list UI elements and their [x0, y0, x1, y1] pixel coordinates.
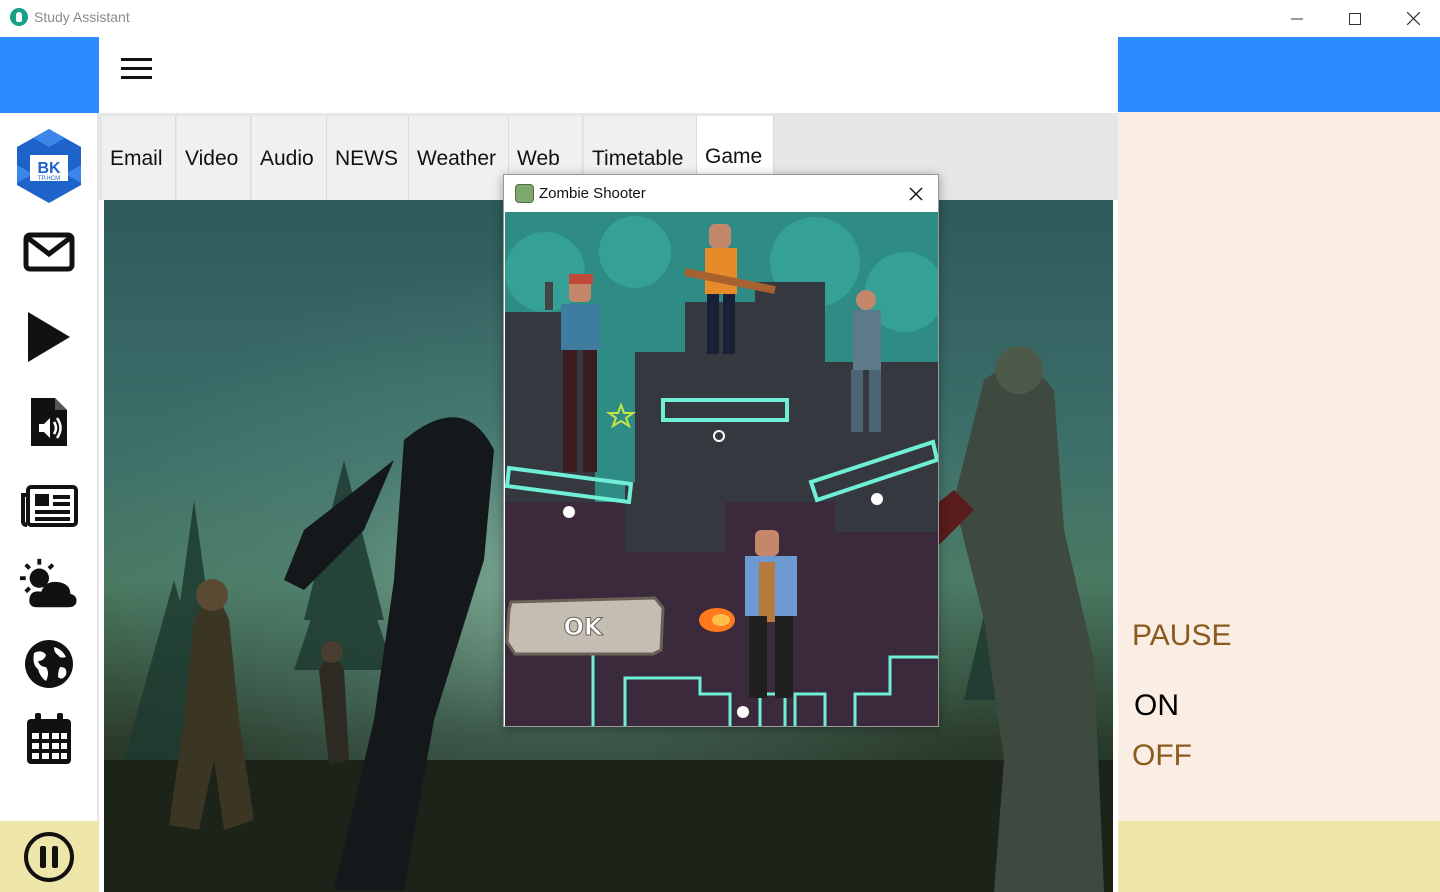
minimize-button[interactable] [1268, 0, 1326, 37]
calendar-icon [27, 713, 71, 764]
bk-logo: BK TP.HCM [10, 127, 88, 205]
newspaper-icon [21, 485, 78, 527]
dialog-titlebar: Zombie Shooter [504, 175, 938, 212]
tab-email[interactable]: Email [102, 116, 176, 200]
right-bottom-bar [1118, 821, 1440, 892]
bk-logo-icon: BK TP.HCM [17, 129, 81, 203]
ok-button[interactable]: OK [505, 596, 665, 656]
tab-audio[interactable]: Audio [252, 116, 327, 200]
sidebar-item-timetable[interactable] [18, 710, 80, 768]
maximize-icon [1349, 12, 1361, 25]
sidebar-item-email[interactable] [18, 223, 80, 281]
close-icon [1406, 12, 1420, 25]
weather-icon [19, 558, 77, 608]
sidebar-item-audio[interactable] [18, 393, 80, 451]
app-title: Study Assistant [34, 9, 130, 25]
on-option[interactable]: ON [1134, 689, 1179, 723]
sidebar-item-news[interactable] [18, 477, 80, 535]
logo-subtext: TP.HCM [38, 176, 60, 182]
mail-icon [23, 232, 75, 272]
tab-video[interactable]: Video [177, 116, 251, 200]
game-scene: OK [505, 216, 938, 726]
tab-weather[interactable]: Weather [409, 116, 509, 200]
dialog-close-button[interactable] [900, 178, 932, 210]
header-right-accent [1118, 37, 1440, 112]
tab-game[interactable]: Game [697, 116, 774, 176]
pause-button[interactable] [23, 831, 75, 883]
globe-icon [25, 640, 73, 688]
sidebar: BK TP.HCM [0, 113, 99, 821]
title-bar: Study Assistant [0, 0, 1440, 37]
sidebar-item-video[interactable] [18, 308, 80, 366]
pause-circle-icon [24, 832, 74, 882]
logo-text: BK [37, 160, 61, 177]
maximize-button[interactable] [1326, 0, 1384, 37]
off-option[interactable]: OFF [1132, 739, 1192, 773]
sidebar-bottom-bar [0, 821, 99, 892]
header-bar [99, 37, 1118, 113]
hamburger-menu-button[interactable] [121, 58, 153, 80]
header-left-accent [0, 37, 99, 113]
sidebar-item-web[interactable] [18, 635, 80, 693]
dialog-title: Zombie Shooter [539, 185, 646, 202]
app-logo-icon [10, 8, 28, 26]
audio-file-icon [31, 398, 67, 446]
minimize-icon [1291, 18, 1303, 19]
sidebar-item-weather[interactable] [18, 556, 80, 614]
close-icon [909, 187, 923, 201]
close-button[interactable] [1384, 0, 1440, 37]
app-window: Study Assistant BK TP.HCM Email Video Au… [0, 0, 1440, 892]
tab-news[interactable]: NEWS [327, 116, 409, 200]
ok-button-label: OK [564, 613, 604, 641]
pause-label: PAUSE [1132, 619, 1232, 652]
zombie-shooter-dialog: Zombie Shooter OK [503, 174, 939, 727]
zombie-shooter-app-icon [515, 184, 534, 203]
game-canvas[interactable]: OK [505, 212, 938, 726]
play-icon [28, 312, 70, 362]
